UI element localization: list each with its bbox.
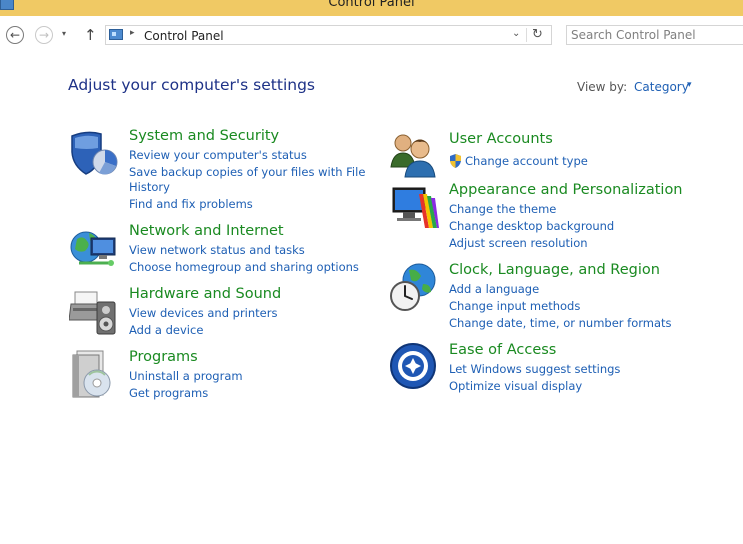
address-divider: [526, 28, 527, 42]
category-title[interactable]: Hardware and Sound: [129, 286, 281, 302]
link-uninstall-program[interactable]: Uninstall a program: [129, 369, 243, 384]
title-bar: Control Panel: [0, 0, 743, 16]
forward-button[interactable]: →: [35, 26, 53, 44]
link-network-status[interactable]: View network status and tasks: [129, 243, 305, 258]
link-find-fix-problems[interactable]: Find and fix problems: [129, 197, 253, 212]
category-title[interactable]: User Accounts: [449, 131, 553, 147]
refresh-icon[interactable]: ↻: [532, 27, 543, 42]
link-homegroup-sharing[interactable]: Choose homegroup and sharing options: [129, 260, 359, 275]
link-get-programs[interactable]: Get programs: [129, 386, 208, 401]
view-by-caret-icon[interactable]: ▾: [687, 80, 692, 90]
address-bar[interactable]: ▸ Control Panel ⌄ ↻: [105, 25, 552, 45]
link-screen-resolution[interactable]: Adjust screen resolution: [449, 236, 588, 251]
shield-pie-icon[interactable]: [69, 128, 119, 178]
category-title[interactable]: Appearance and Personalization: [449, 182, 683, 198]
link-save-backup-copies-continued[interactable]: History: [129, 180, 170, 195]
network-globe-icon[interactable]: [69, 223, 119, 273]
up-button[interactable]: ↑: [84, 26, 97, 44]
link-optimize-visual-display[interactable]: Optimize visual display: [449, 379, 582, 394]
ease-of-access-icon[interactable]: [389, 342, 439, 392]
recent-locations-button[interactable]: ▾: [62, 29, 66, 38]
back-button[interactable]: ←: [6, 26, 24, 44]
monitor-palette-icon[interactable]: [389, 182, 439, 232]
window-title: Control Panel: [328, 0, 415, 10]
breadcrumb-chevron-icon[interactable]: ▸: [130, 28, 135, 38]
arrow-right-icon: →: [38, 28, 50, 42]
page-heading: Adjust your computer's settings: [68, 76, 315, 94]
link-change-theme[interactable]: Change the theme: [449, 202, 556, 217]
printer-speaker-icon[interactable]: [69, 286, 119, 336]
address-dropdown-icon[interactable]: ⌄: [512, 28, 520, 39]
link-date-time-formats[interactable]: Change date, time, or number formats: [449, 316, 672, 331]
link-change-account-type[interactable]: Change account type: [465, 154, 588, 169]
category-title[interactable]: Clock, Language, and Region: [449, 262, 660, 278]
users-icon[interactable]: [389, 131, 439, 181]
uac-shield-icon: [450, 154, 461, 168]
chevron-down-icon: ▾: [62, 29, 67, 38]
link-add-language[interactable]: Add a language: [449, 282, 539, 297]
view-by-dropdown[interactable]: Category: [634, 80, 689, 94]
link-input-methods[interactable]: Change input methods: [449, 299, 580, 314]
category-title[interactable]: System and Security: [129, 128, 279, 144]
category-title[interactable]: Programs: [129, 349, 198, 365]
programs-disc-icon[interactable]: [69, 349, 119, 399]
control-panel-icon: [109, 29, 123, 40]
clock-globe-icon[interactable]: [389, 262, 439, 312]
category-title[interactable]: Network and Internet: [129, 223, 284, 239]
category-title[interactable]: Ease of Access: [449, 342, 556, 358]
link-desktop-background[interactable]: Change desktop background: [449, 219, 614, 234]
link-add-device[interactable]: Add a device: [129, 323, 203, 338]
arrow-left-icon: ←: [9, 28, 21, 42]
link-devices-printers[interactable]: View devices and printers: [129, 306, 277, 321]
link-save-backup-copies[interactable]: Save backup copies of your files with Fi…: [129, 165, 365, 180]
link-windows-suggest-settings[interactable]: Let Windows suggest settings: [449, 362, 620, 377]
search-input[interactable]: [566, 25, 743, 45]
arrow-up-icon: ↑: [84, 26, 97, 44]
view-by-label: View by:: [577, 80, 628, 94]
breadcrumb-control-panel[interactable]: Control Panel: [144, 29, 224, 43]
link-review-status[interactable]: Review your computer's status: [129, 148, 307, 163]
